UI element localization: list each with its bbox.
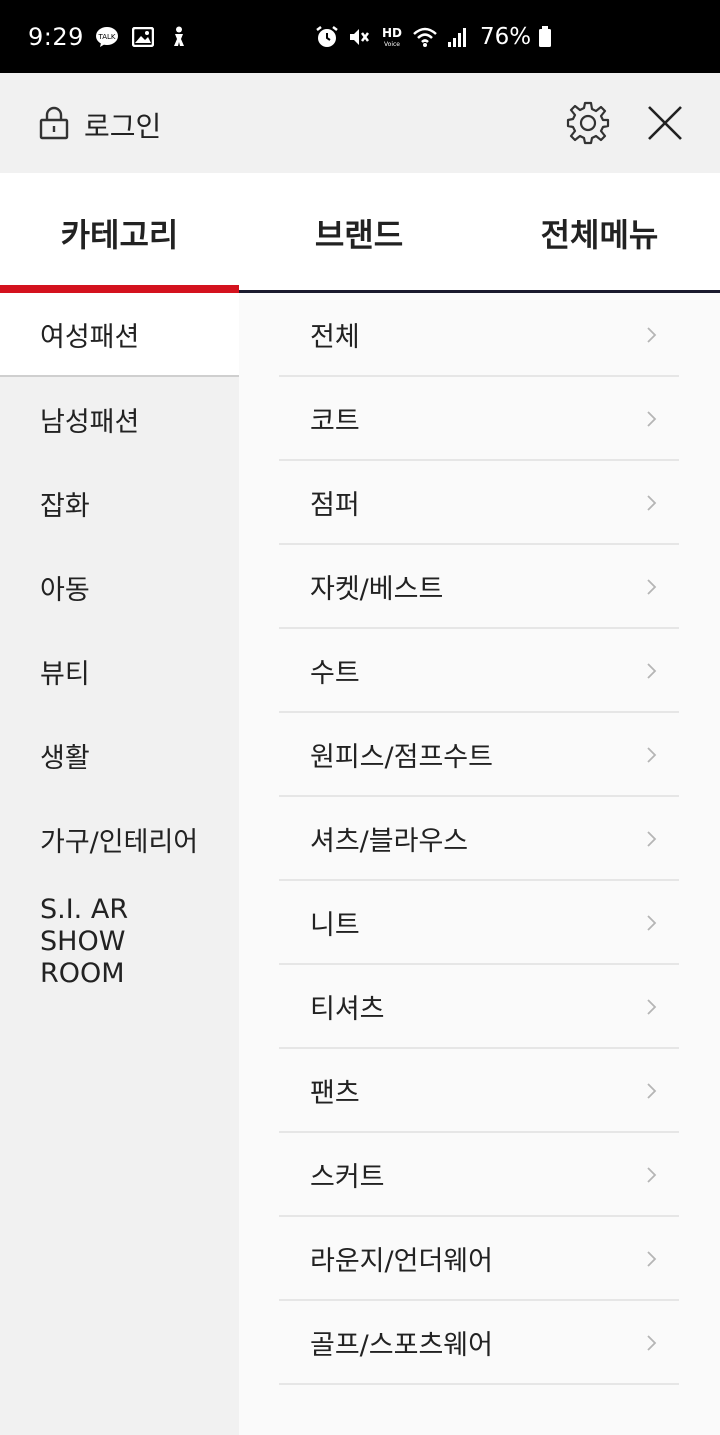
chevron-right-icon: [647, 411, 657, 427]
close-icon: [648, 106, 682, 140]
login-button[interactable]: 로그인: [38, 105, 161, 145]
subcategory-item[interactable]: 티셔츠: [279, 965, 679, 1049]
status-bar: 9:29 TALK HD Voice 76%: [0, 0, 720, 73]
subcategory-label: 수트: [310, 657, 360, 689]
chevron-right-icon: [647, 495, 657, 511]
subcategory-label: 스커트: [310, 1161, 385, 1193]
hd-voice-icon: HD Voice: [378, 24, 406, 50]
subcategory-item[interactable]: 스커트: [279, 1133, 679, 1217]
tab-active-indicator: [0, 285, 239, 293]
settings-button[interactable]: [565, 100, 611, 146]
subcategory-label: 라운지/언더웨어: [310, 1245, 493, 1277]
chevron-right-icon: [647, 999, 657, 1015]
gallery-icon: [130, 24, 156, 50]
svg-text:HD: HD: [382, 26, 402, 40]
gear-icon: [566, 101, 610, 145]
chevron-right-icon: [647, 1167, 657, 1183]
subcategory-label: 티셔츠: [310, 993, 385, 1025]
subcategory-label: 골프/스포츠웨어: [310, 1329, 493, 1361]
category-item-womens-fashion[interactable]: 여성패션: [0, 293, 239, 377]
subcategory-label: 니트: [310, 909, 360, 941]
login-label: 로그인: [84, 110, 162, 143]
chevron-right-icon: [647, 1251, 657, 1267]
subcategory-item[interactable]: 라운지/언더웨어: [279, 1217, 679, 1301]
talk-icon: TALK: [94, 24, 120, 50]
subcategory-item[interactable]: 점퍼: [279, 461, 679, 545]
subcategory-item[interactable]: 팬츠: [279, 1049, 679, 1133]
tab-category[interactable]: 카테고리: [0, 173, 239, 293]
subcategory-item[interactable]: 수트: [279, 629, 679, 713]
accessibility-icon: [166, 24, 192, 50]
battery-icon: [537, 24, 553, 50]
chevron-right-icon: [647, 747, 657, 763]
chevron-right-icon: [647, 579, 657, 595]
signal-icon: [444, 24, 470, 50]
subcategory-item[interactable]: 원피스/점프수트: [279, 713, 679, 797]
category-item-beauty[interactable]: 뷰티: [0, 629, 239, 713]
subcategory-item[interactable]: 셔츠/블라우스: [279, 797, 679, 881]
alarm-icon: [314, 24, 340, 50]
subcategory-label: 원피스/점프수트: [310, 741, 493, 773]
subcategory-label: 자켓/베스트: [310, 573, 444, 605]
mute-icon: [346, 24, 372, 50]
chevron-right-icon: [647, 915, 657, 931]
drawer-header: 로그인: [0, 73, 720, 173]
subcategory-label: 팬츠: [310, 1077, 360, 1109]
category-item-ar-showroom[interactable]: S.I. AR SHOW ROOM: [0, 894, 200, 989]
subcategory-item[interactable]: 전체: [279, 293, 679, 377]
subcategory-list: 전체 코트 점퍼 자켓/베스트 수트 원피스/점프수트 셔츠/블라우스 니트 티…: [239, 293, 720, 1435]
chevron-right-icon: [647, 663, 657, 679]
chevron-right-icon: [647, 831, 657, 847]
close-button[interactable]: [645, 103, 685, 143]
category-item-furniture-interior[interactable]: 가구/인테리어: [0, 797, 239, 881]
wifi-icon: [412, 24, 438, 50]
category-item-accessories[interactable]: 잡화: [0, 461, 239, 545]
tab-all-menu[interactable]: 전체메뉴: [479, 173, 720, 293]
subcategory-item[interactable]: 니트: [279, 881, 679, 965]
subcategory-item[interactable]: 자켓/베스트: [279, 545, 679, 629]
tab-brand[interactable]: 브랜드: [239, 173, 479, 293]
subcategory-label: 전체: [310, 321, 360, 353]
menu-tabs: 카테고리 브랜드 전체메뉴: [0, 173, 720, 293]
category-item-mens-fashion[interactable]: 남성패션: [0, 377, 239, 461]
subcategory-label: 셔츠/블라우스: [310, 825, 469, 857]
category-list: 여성패션 남성패션 잡화 아동 뷰티 생활 가구/인테리어 S.I. AR SH…: [0, 293, 239, 1435]
subcategory-label: 점퍼: [310, 489, 360, 521]
status-time: 9:29: [28, 22, 84, 51]
lock-icon: [38, 106, 70, 144]
svg-text:Voice: Voice: [384, 41, 400, 48]
svg-text:TALK: TALK: [97, 33, 115, 41]
subcategory-item[interactable]: 코트: [279, 377, 679, 461]
status-left: 9:29 TALK: [28, 23, 192, 51]
subcategory-label: 코트: [310, 405, 360, 437]
chevron-right-icon: [647, 327, 657, 343]
status-right: HD Voice 76%: [314, 0, 553, 73]
chevron-right-icon: [647, 1335, 657, 1351]
subcategory-item[interactable]: 골프/스포츠웨어: [279, 1301, 679, 1385]
chevron-right-icon: [647, 1083, 657, 1099]
category-item-living[interactable]: 생활: [0, 713, 239, 797]
category-item-kids[interactable]: 아동: [0, 545, 239, 629]
battery-percent: 76%: [480, 23, 532, 50]
